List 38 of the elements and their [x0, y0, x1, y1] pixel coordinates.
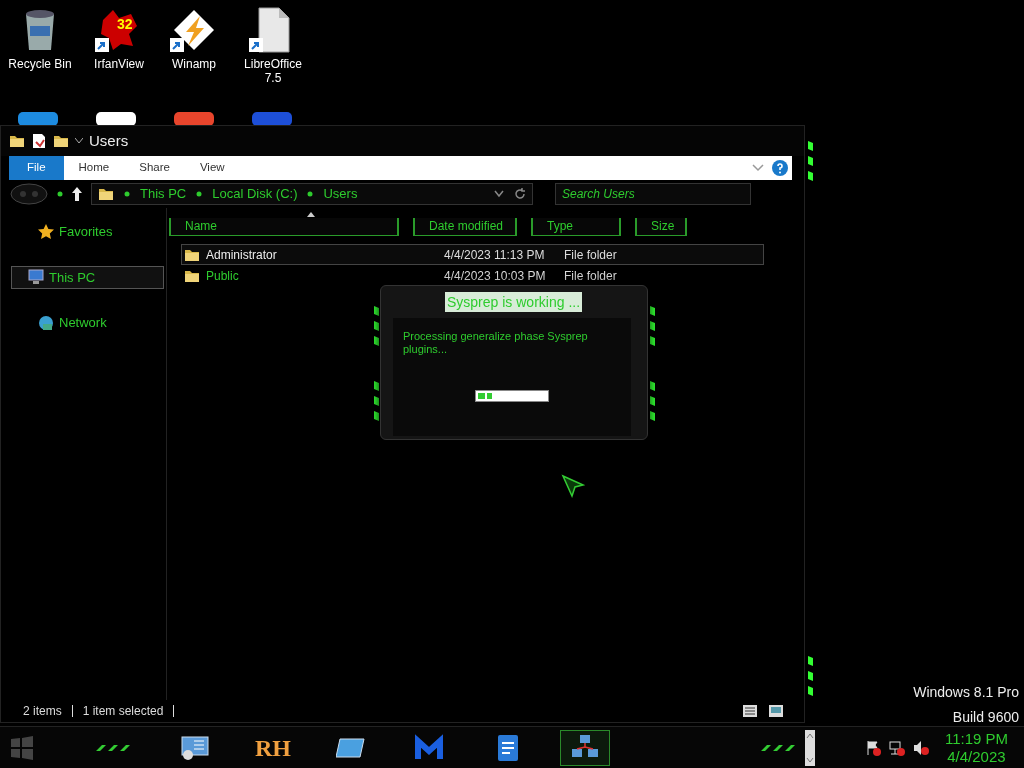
nav-item[interactable]: Network: [11, 311, 164, 335]
ribbon-tab[interactable]: Share: [124, 156, 185, 180]
window-title: Users: [89, 130, 129, 151]
os-version-text: Windows 8.1 Pro: [913, 683, 1019, 702]
date-cell-text: 4/4/2023 11:13 PM: [444, 246, 546, 264]
column-header[interactable]: Date modified: [413, 218, 517, 236]
ribbon-tab[interactable]: File: [9, 156, 64, 180]
dialog-message: Processing generalize phase Sysprep plugins...: [403, 330, 589, 356]
type-cell-text: File folder: [564, 267, 617, 285]
ribbon-tab[interactable]: Home: [63, 156, 125, 180]
icon-label[interactable]: IrfanView: [94, 58, 144, 72]
file-name: Public: [206, 267, 239, 285]
column-header[interactable]: Name: [169, 218, 399, 236]
file-row[interactable]: Public 4/4/2023 10:03 PM File folder: [181, 265, 764, 286]
status-text: 2 items: [23, 703, 62, 720]
icon-label[interactable]: Winamp: [172, 58, 216, 72]
icon-label[interactable]: LibreOffice 7.5: [236, 58, 310, 86]
file-row[interactable]: Administrator 4/4/2023 11:13 PM File folder: [181, 244, 764, 265]
icon-label[interactable]: Recycle Bin: [8, 58, 72, 72]
count-label: 32: [117, 16, 133, 33]
address-bar[interactable]: This PC Local Disk (C:) Users: [91, 183, 533, 205]
type-cell-text: File folder: [564, 246, 617, 264]
ribbon-tab[interactable]: View: [184, 156, 240, 180]
status-text: 1 item selected: [82, 703, 164, 720]
date-cell-text: 4/4/2023 10:03 PM: [444, 267, 547, 285]
taskbar-button[interactable]: RH: [248, 729, 298, 766]
file-name: Administrator: [206, 246, 277, 264]
dialog-title: Sysprep is working ...: [445, 292, 583, 312]
search-field[interactable]: Search Users: [555, 183, 751, 205]
breadcrumb[interactable]: Local Disk (C:): [212, 184, 298, 204]
nav-item[interactable]: This PC: [11, 265, 164, 289]
clock[interactable]: 11:19 PM 4/4/2023: [944, 729, 1008, 766]
breadcrumb[interactable]: This PC: [140, 184, 187, 204]
column-header[interactable]: Size: [635, 218, 687, 236]
column-header[interactable]: Type: [531, 218, 621, 236]
nav-item[interactable]: Favorites: [11, 220, 164, 244]
os-version-text: Build 9600: [952, 708, 1019, 727]
breadcrumb[interactable]: Users: [323, 184, 358, 204]
